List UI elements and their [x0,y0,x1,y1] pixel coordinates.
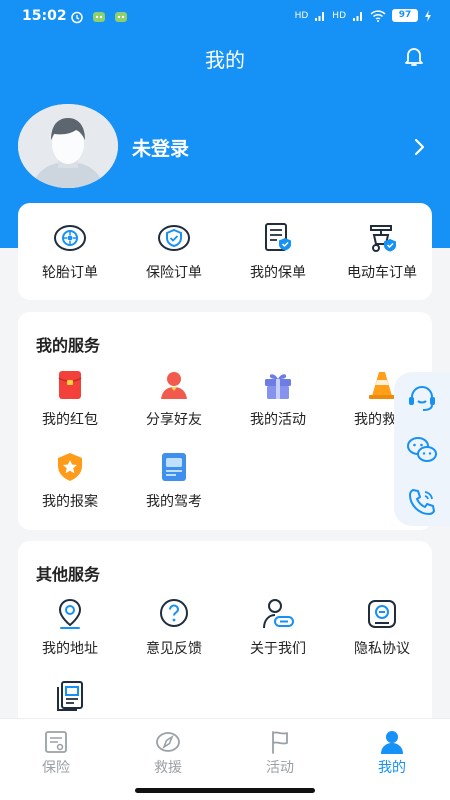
wifi-icon [370,9,386,22]
login-status[interactable]: 未登录 [132,134,189,161]
location-pin-icon [58,598,82,629]
insurance-shield-icon [158,225,190,251]
tab-label: 活动 [266,760,294,776]
privacy-icon [368,600,396,628]
app-notification-icon [115,12,127,22]
order-item-label: 我的保单 [250,265,306,281]
other-item-agreement[interactable] [18,679,122,720]
avatar-placeholder-icon [18,104,118,188]
tab-rescue[interactable]: 救援 [112,729,224,777]
service-item-label: 我的报案 [42,494,98,510]
order-item-policy[interactable]: 我的保单 [226,221,330,282]
tab-label: 我的 [378,760,406,776]
wechat-icon[interactable] [406,434,438,466]
driving-test-icon [162,453,186,481]
network-label: HD [332,10,346,21]
ebike-icon [370,225,396,252]
order-item-insurance[interactable]: 保险订单 [122,221,226,282]
status-bar: 15:02 HD HD 97 [0,0,450,34]
red-packet-icon [58,371,82,399]
service-item-activity[interactable]: 我的活动 [226,368,330,429]
service-item-report[interactable]: 我的报案 [18,450,122,511]
my-services-title: 我的服务 [36,336,101,355]
activity-flag-icon [272,731,288,754]
feedback-question-icon [160,599,188,627]
page-title: 我的 [205,48,245,72]
status-right: HD HD 97 [295,9,432,22]
service-item-share[interactable]: 分享好友 [122,368,226,429]
order-item-ebike[interactable]: 电动车订单 [330,221,434,282]
tab-activity[interactable]: 活动 [224,729,336,777]
service-item-red-packet[interactable]: 我的红包 [18,368,122,429]
other-item-feedback[interactable]: 意见反馈 [122,597,226,658]
share-friend-icon [161,372,187,399]
other-services-card: 其他服务 我的地址 意见反馈 关于我们 隐私协议 [18,541,432,731]
app-notification-icon [93,12,105,22]
charging-icon [425,9,431,22]
orders-card: 轮胎订单 保险订单 我的保单 电动车订单 [18,203,432,300]
agreement-document-icon [57,681,83,711]
tab-me[interactable]: 我的 [336,729,448,777]
other-item-address[interactable]: 我的地址 [18,597,122,658]
other-item-label: 我的地址 [42,641,98,657]
status-time: 15:02 [22,8,67,24]
gift-icon [265,374,291,399]
order-item-tire[interactable]: 轮胎订单 [18,221,122,282]
service-item-label: 分享好友 [146,412,202,428]
other-item-privacy[interactable]: 隐私协议 [330,597,434,658]
order-item-label: 轮胎订单 [42,265,98,281]
rescue-compass-icon [156,732,180,752]
other-item-about[interactable]: 关于我们 [226,597,330,658]
other-item-label: 关于我们 [250,641,306,657]
service-item-label: 我的驾考 [146,494,202,510]
signal-icon [353,11,362,21]
tab-label: 救援 [154,760,182,776]
phone-icon[interactable] [406,486,438,518]
service-item-label: 我的红包 [42,412,98,428]
network-label: HD [294,10,309,21]
me-person-icon [381,731,403,754]
other-item-label: 意见反馈 [146,641,202,657]
service-item-label: 我的活动 [250,412,306,428]
signal-icon [315,11,325,21]
order-item-label: 保险订单 [146,265,202,281]
order-item-label: 电动车订单 [347,265,417,281]
tire-icon [54,225,86,251]
bell-icon[interactable] [402,44,426,68]
tab-label: 保险 [42,760,70,776]
my-services-card: 我的服务 我的红包 分享好友 我的活动 我的救援 我的报案 我的驾考 [18,312,432,530]
chevron-right-icon[interactable] [408,136,430,158]
tab-insurance[interactable]: 保险 [0,729,112,777]
battery-indicator: 97 [392,9,418,22]
service-item-driving-test[interactable]: 我的驾考 [122,450,226,511]
avatar[interactable] [18,104,118,188]
customer-service-icon[interactable] [406,382,438,414]
insurance-tab-icon [45,731,67,753]
home-indicator [135,788,315,793]
other-services-title: 其他服务 [36,565,101,584]
about-us-icon [263,599,294,629]
other-item-label: 隐私协议 [354,641,410,657]
alarm-icon [71,11,83,24]
policy-document-icon [265,223,291,251]
report-shield-icon [58,453,82,481]
floating-contact-panel [394,372,450,526]
